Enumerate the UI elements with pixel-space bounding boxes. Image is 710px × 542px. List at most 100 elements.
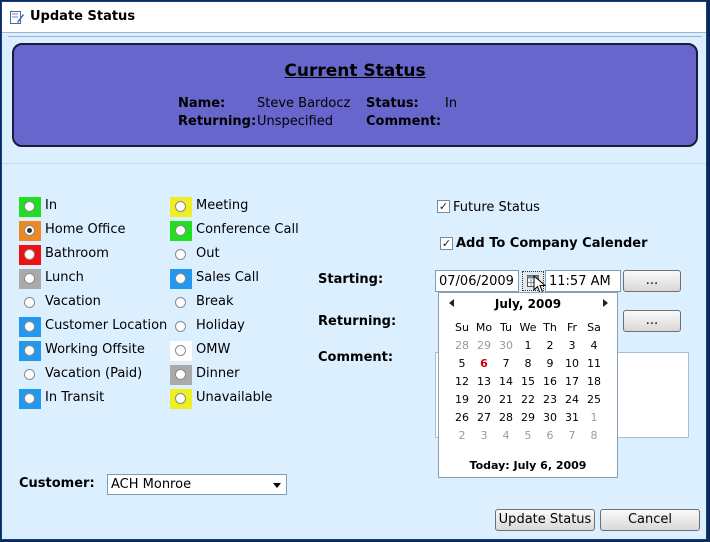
calendar-day[interactable]: 21 (495, 390, 517, 408)
status-color-swatch (170, 221, 192, 241)
calendar-day[interactable]: 2 (451, 426, 473, 444)
calendar-day[interactable]: 6 (473, 354, 495, 372)
status-radio[interactable] (175, 321, 186, 332)
calendar-day[interactable]: 19 (451, 390, 473, 408)
calendar-day[interactable]: 12 (451, 372, 473, 390)
calendar-weekday: Sa (587, 320, 601, 334)
name-value: Steve Bardocz (257, 96, 351, 111)
calendar-weekday: Su (455, 320, 469, 334)
calendar-day[interactable]: 7 (561, 426, 583, 444)
starting-more-button[interactable]: ... (623, 270, 681, 292)
calendar-day[interactable]: 5 (517, 426, 539, 444)
calendar-day[interactable]: 2 (539, 336, 561, 354)
returning-more-button[interactable]: ... (623, 310, 681, 332)
status-radio[interactable] (24, 393, 35, 404)
calendar-week-row: 12 13 14 15 16 17 18 (451, 372, 605, 390)
status-color-swatch (170, 245, 192, 265)
status-radio[interactable] (24, 273, 35, 284)
status-color-swatch (19, 341, 41, 361)
calendar-day[interactable]: 17 (561, 372, 583, 390)
calendar-day[interactable]: 4 (583, 336, 605, 354)
status-option-label: Vacation (Paid) (45, 366, 143, 381)
starting-time-input[interactable] (545, 270, 621, 292)
calendar-day[interactable]: 15 (517, 372, 539, 390)
future-status-checkbox[interactable]: ✓ (437, 200, 450, 213)
calendar-day[interactable]: 16 (539, 372, 561, 390)
title-bar: Update Status (2, 2, 706, 33)
calendar-day[interactable]: 1 (517, 336, 539, 354)
status-value: In (445, 96, 458, 111)
calendar-day[interactable]: 8 (583, 426, 605, 444)
status-radio[interactable] (24, 297, 35, 308)
calendar-day[interactable]: 26 (451, 408, 473, 426)
calendar-day[interactable]: 24 (561, 390, 583, 408)
calendar-day[interactable]: 29 (517, 408, 539, 426)
comment-field-label: Comment: (318, 350, 394, 365)
date-picker-popup: July, 2009 Su Mo Tu We Th Fr Sa 28 29 30 1 2 3 4 5 6 7 8 9… (438, 292, 618, 478)
status-radio[interactable] (24, 345, 35, 356)
status-option-label: Customer Location (45, 318, 168, 333)
calendar-day[interactable]: 3 (561, 336, 583, 354)
returning-value: Unspecified (257, 114, 333, 129)
status-option-label: Holiday (196, 318, 245, 333)
status-radio[interactable] (175, 201, 186, 212)
calendar-week-row: 28 29 30 1 2 3 4 (451, 336, 605, 354)
add-to-calendar-checkbox[interactable]: ✓ (440, 237, 453, 250)
status-radio[interactable] (24, 201, 35, 212)
status-radio[interactable] (175, 369, 186, 380)
calendar-day[interactable]: 13 (473, 372, 495, 390)
calendar-day[interactable]: 30 (495, 336, 517, 354)
calendar-day[interactable]: 10 (561, 354, 583, 372)
today-link[interactable]: Today: July 6, 2009 (439, 459, 617, 472)
status-radio[interactable] (175, 249, 186, 260)
calendar-day[interactable]: 6 (539, 426, 561, 444)
edit-document-icon (10, 11, 24, 24)
cancel-button[interactable]: Cancel (600, 509, 700, 531)
status-color-swatch (170, 197, 192, 217)
status-radio[interactable] (24, 225, 35, 236)
calendar-day[interactable]: 29 (473, 336, 495, 354)
calendar-day[interactable]: 18 (583, 372, 605, 390)
status-radio[interactable] (24, 369, 35, 380)
status-option-label: Conference Call (196, 222, 299, 237)
name-label: Name: (178, 96, 226, 111)
status-radio[interactable] (24, 249, 35, 260)
status-option-label: OMW (196, 342, 231, 357)
status-color-swatch (170, 269, 192, 289)
calendar-day[interactable]: 30 (539, 408, 561, 426)
calendar-day[interactable]: 14 (495, 372, 517, 390)
status-option-label: Sales Call (196, 270, 260, 285)
status-radio[interactable] (175, 225, 186, 236)
calendar-day[interactable]: 1 (583, 408, 605, 426)
calendar-day[interactable]: 20 (473, 390, 495, 408)
status-radio[interactable] (24, 321, 35, 332)
calendar-day[interactable]: 4 (495, 426, 517, 444)
calendar-day[interactable]: 7 (495, 354, 517, 372)
status-radio[interactable] (175, 273, 186, 284)
calendar-day[interactable]: 9 (539, 354, 561, 372)
calendar-day[interactable]: 23 (539, 390, 561, 408)
next-month-icon[interactable] (603, 299, 608, 307)
status-color-swatch (19, 221, 41, 241)
window-title: Update Status (30, 9, 136, 24)
status-radio[interactable] (175, 297, 186, 308)
status-color-swatch (19, 245, 41, 265)
future-status-label: Future Status (453, 200, 540, 215)
status-radio[interactable] (175, 345, 186, 356)
status-option-label: In Transit (45, 390, 105, 405)
calendar-day[interactable]: 28 (451, 336, 473, 354)
calendar-day[interactable]: 5 (451, 354, 473, 372)
calendar-day[interactable]: 31 (561, 408, 583, 426)
calendar-day[interactable]: 25 (583, 390, 605, 408)
calendar-day[interactable]: 27 (473, 408, 495, 426)
starting-date-input[interactable] (435, 270, 519, 292)
calendar-day[interactable]: 22 (517, 390, 539, 408)
customer-select[interactable]: ACH Monroe (107, 474, 287, 495)
calendar-day[interactable]: 28 (495, 408, 517, 426)
status-radio[interactable] (175, 393, 186, 404)
calendar-day[interactable]: 11 (583, 354, 605, 372)
calendar-day[interactable]: 8 (517, 354, 539, 372)
update-status-button[interactable]: Update Status (495, 509, 595, 531)
calendar-day[interactable]: 3 (473, 426, 495, 444)
status-option-label: Lunch (45, 270, 84, 285)
